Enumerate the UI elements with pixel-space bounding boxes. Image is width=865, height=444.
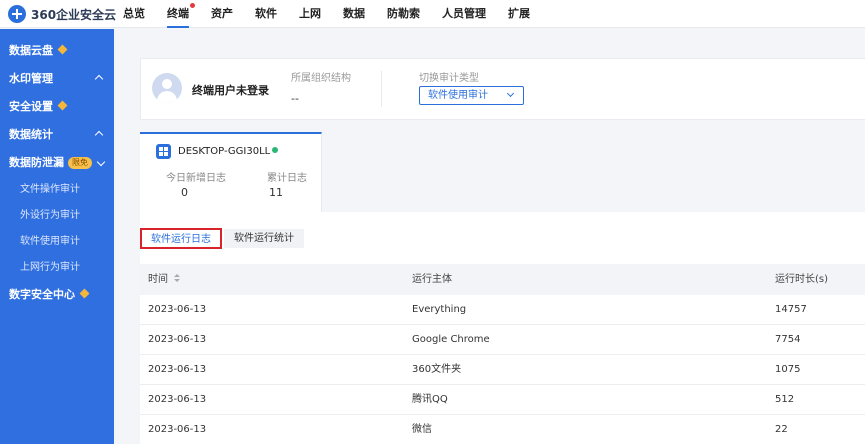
- cell-subject: 360文件夹: [412, 364, 462, 375]
- sidebar-item-label: 水印管理: [9, 72, 53, 85]
- org-label: 所属组织结构: [291, 73, 351, 84]
- sidebar-subitem-peripheral-audit[interactable]: 外设行为审计: [0, 203, 114, 229]
- sidebar-item-data-security-center[interactable]: 数字安全中心: [0, 281, 114, 309]
- user-info-card: 终端用户未登录 所属组织结构 -- 切换审计类型 软件使用审计: [140, 58, 865, 120]
- sidebar-item-label: 安全设置: [9, 100, 53, 113]
- chevron-up-icon: [94, 130, 104, 140]
- cell-subject: Everything: [412, 304, 467, 315]
- nav-terminal-label: 终端: [167, 7, 189, 20]
- notification-dot: [190, 3, 195, 8]
- column-header-subject: 运行主体: [412, 274, 452, 285]
- device-tab[interactable]: DESKTOP-GGI30LL 今日新增日志 0 累计日志 11: [140, 132, 322, 212]
- avatar: [152, 73, 182, 103]
- device-panel: DESKTOP-GGI30LL 今日新增日志 0 累计日志 11 软件运行日志 …: [140, 132, 865, 444]
- nav-software[interactable]: 软件: [255, 0, 277, 28]
- cell-duration: 7754: [775, 334, 801, 345]
- sidebar-item-data-stats[interactable]: 数据统计: [0, 121, 114, 149]
- device-name: DESKTOP-GGI30LL: [178, 146, 279, 157]
- column-header-duration: 运行时长(s): [775, 274, 829, 285]
- sidebar-item-dlp[interactable]: 数据防泄漏 限免: [0, 149, 114, 177]
- free-badge: 限免: [68, 157, 92, 169]
- cell-subject: Google Chrome: [412, 334, 490, 345]
- column-header-time[interactable]: 时间: [140, 264, 412, 295]
- sidebar-subitem-software-audit[interactable]: 软件使用审计: [0, 229, 114, 255]
- table-header: 时间 运行主体 运行时长(s): [140, 264, 865, 295]
- windows-icon: [156, 144, 171, 159]
- table-row[interactable]: 2023-06-13 Everything 14757: [140, 295, 865, 325]
- cell-subject: 微信: [412, 424, 432, 435]
- log-tabs: 软件运行日志 软件运行统计: [140, 228, 306, 252]
- sidebar-item-label: 数字安全中心: [9, 288, 75, 301]
- cell-duration: 22: [775, 424, 788, 435]
- cell-subject: 腾讯QQ: [412, 394, 448, 405]
- nav-anti-ransomware[interactable]: 防勒索: [387, 0, 420, 28]
- nav-data[interactable]: 数据: [343, 0, 365, 28]
- nav-terminal[interactable]: 终端: [167, 0, 195, 28]
- cell-time: 2023-06-13: [148, 304, 207, 315]
- cell-duration: 512: [775, 394, 795, 405]
- app-name: 360企业安全云: [31, 7, 117, 22]
- device-name-text: DESKTOP-GGI30LL: [178, 146, 271, 157]
- logo-icon: [8, 5, 26, 23]
- sidebar: 数据云盘 水印管理 安全设置 数据统计 数据防泄漏 限免 文件操作审计 外设行为审…: [0, 29, 114, 444]
- sidebar-subitem-internet-audit[interactable]: 上网行为审计: [0, 255, 114, 281]
- sidebar-item-security-settings[interactable]: 安全设置: [0, 93, 114, 121]
- online-status-icon: [272, 147, 279, 153]
- sidebar-item-watermark[interactable]: 水印管理: [0, 65, 114, 93]
- app-logo[interactable]: 360企业安全云: [8, 5, 116, 23]
- sidebar-item-label: 数据统计: [9, 128, 53, 141]
- table-row[interactable]: 2023-06-13 360文件夹 1075: [140, 355, 865, 385]
- divider: [381, 71, 382, 107]
- cell-duration: 1075: [775, 364, 801, 375]
- table-row[interactable]: 2023-06-13 Google Chrome 7754: [140, 325, 865, 355]
- user-name: 终端用户未登录: [192, 84, 269, 97]
- nav-assets[interactable]: 资产: [211, 0, 233, 28]
- diamond-icon: [57, 44, 68, 55]
- sidebar-item-data-cloud[interactable]: 数据云盘: [0, 37, 114, 65]
- diamond-icon: [57, 100, 68, 111]
- cell-time: 2023-06-13: [148, 364, 207, 375]
- software-log-table: 时间 运行主体 运行时长(s) 2023-06-13 Everything 14…: [140, 264, 865, 444]
- sidebar-subitem-file-audit[interactable]: 文件操作审计: [0, 177, 114, 203]
- nav-personnel[interactable]: 人员管理: [442, 0, 486, 28]
- device-tab-strip: DESKTOP-GGI30LL 今日新增日志 0 累计日志 11: [140, 132, 865, 212]
- chevron-down-icon: [506, 89, 515, 98]
- today-logs-label: 今日新增日志: [166, 173, 226, 184]
- cell-duration: 14757: [775, 304, 807, 315]
- audit-type-select[interactable]: 软件使用审计: [419, 86, 524, 105]
- main-nav: 总览 终端 资产 软件 上网 数据 防勒索 人员管理 扩展: [123, 0, 552, 28]
- tab-run-log[interactable]: 软件运行日志: [140, 228, 222, 249]
- tab-run-stats[interactable]: 软件运行统计: [224, 229, 304, 248]
- nav-overview[interactable]: 总览: [123, 0, 145, 28]
- cell-time: 2023-06-13: [148, 424, 207, 435]
- table-row[interactable]: 2023-06-13 微信 22: [140, 415, 865, 444]
- chevron-up-icon: [94, 74, 104, 84]
- top-bar: 360企业安全云 总览 终端 资产 软件 上网 数据 防勒索 人员管理 扩展: [0, 0, 865, 28]
- table-row[interactable]: 2023-06-13 腾讯QQ 512: [140, 385, 865, 415]
- sidebar-item-label: 数据云盘: [9, 44, 53, 57]
- audit-type-label: 切换审计类型: [419, 73, 479, 84]
- org-value: --: [291, 92, 299, 105]
- today-logs-value: 0: [181, 186, 188, 199]
- cell-time: 2023-06-13: [148, 334, 207, 345]
- nav-extensions[interactable]: 扩展: [508, 0, 530, 28]
- column-header-label: 时间: [148, 274, 168, 285]
- total-logs-value: 11: [269, 186, 283, 199]
- nav-internet[interactable]: 上网: [299, 0, 321, 28]
- chevron-down-icon: [96, 157, 106, 167]
- sidebar-item-label: 数据防泄漏: [9, 156, 64, 169]
- audit-type-value: 软件使用审计: [428, 90, 488, 101]
- sort-icon[interactable]: [174, 274, 180, 283]
- total-logs-label: 累计日志: [267, 173, 307, 184]
- diamond-icon: [79, 288, 90, 299]
- cell-time: 2023-06-13: [148, 394, 207, 405]
